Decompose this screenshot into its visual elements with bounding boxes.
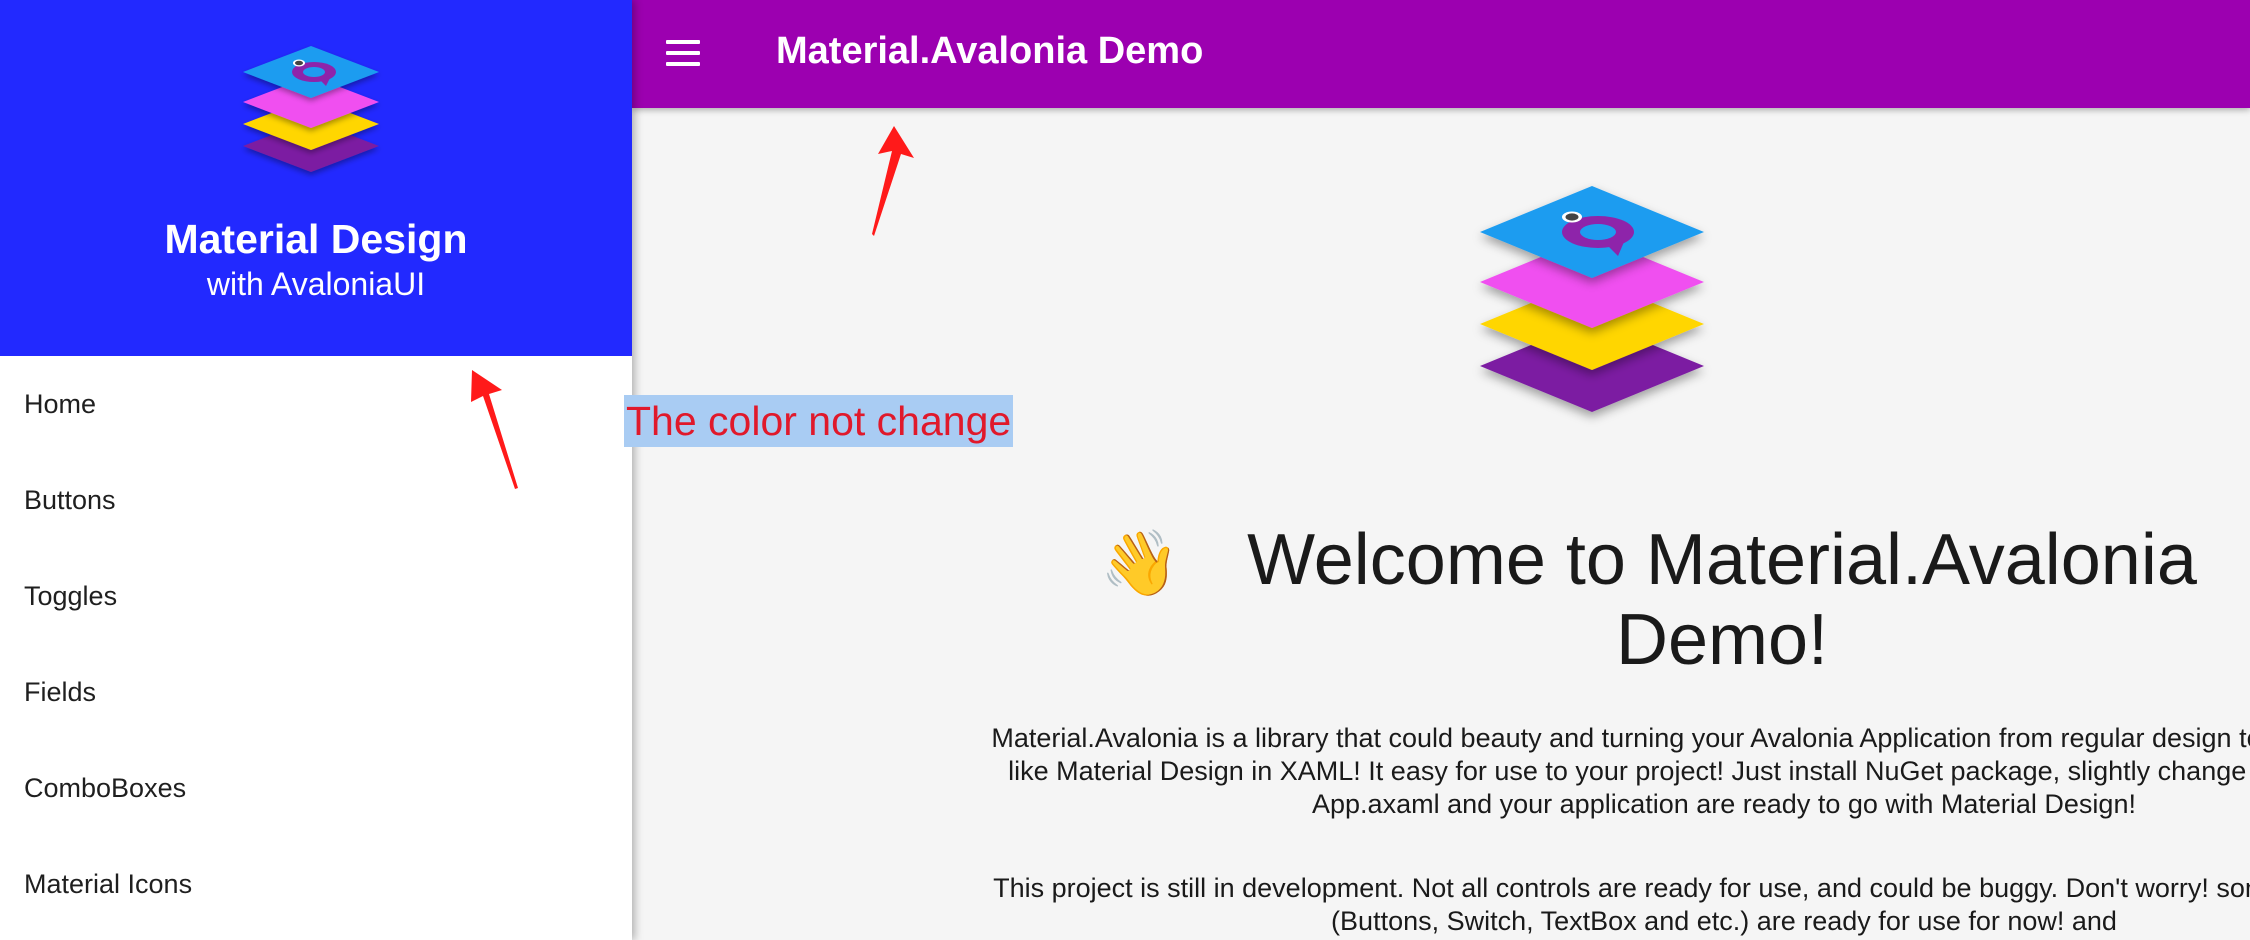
nav-item-comboboxes[interactable]: ComboBoxes	[0, 740, 632, 836]
drawer-nav-list: Home Buttons Toggles Fields ComboBoxes M…	[0, 356, 632, 932]
welcome-title: Welcome to Material.Avalonia Demo!	[1247, 520, 2197, 680]
app-bar-title: Material.Avalonia Demo	[776, 30, 1204, 72]
drawer-title: Material Design	[164, 216, 468, 262]
nav-item-buttons[interactable]: Buttons	[0, 452, 632, 548]
nav-item-toggles[interactable]: Toggles	[0, 548, 632, 644]
nav-item-home[interactable]: Home	[0, 356, 632, 452]
annotation-arrow-appbar-icon	[872, 126, 914, 236]
annotation-note: The color not change	[624, 395, 1014, 447]
navigation-drawer: Material Design with AvaloniaUI Home But…	[0, 0, 632, 940]
drawer-subtitle: with AvaloniaUI	[206, 266, 426, 302]
material-avalonia-logo-icon	[243, 46, 379, 172]
intro-paragraph: Material.Avalonia is a library that coul…	[991, 723, 2250, 819]
nav-item-fields[interactable]: Fields	[0, 644, 632, 740]
app-window: Material Design with AvaloniaUI Home But…	[0, 0, 2250, 940]
material-avalonia-hero-logo-icon	[1480, 186, 1704, 412]
status-paragraph: This project is still in development. No…	[993, 873, 2250, 936]
annotation-arrow-drawer-icon	[471, 370, 518, 489]
drawer-header: Material Design with AvaloniaUI	[0, 0, 632, 356]
nav-item-material-icons[interactable]: Material Icons	[0, 836, 632, 932]
hamburger-menu-icon[interactable]	[654, 26, 710, 82]
app-bar: Material.Avalonia Demo	[632, 0, 2250, 108]
waving-hand-emoji: 👋	[1100, 527, 1180, 599]
